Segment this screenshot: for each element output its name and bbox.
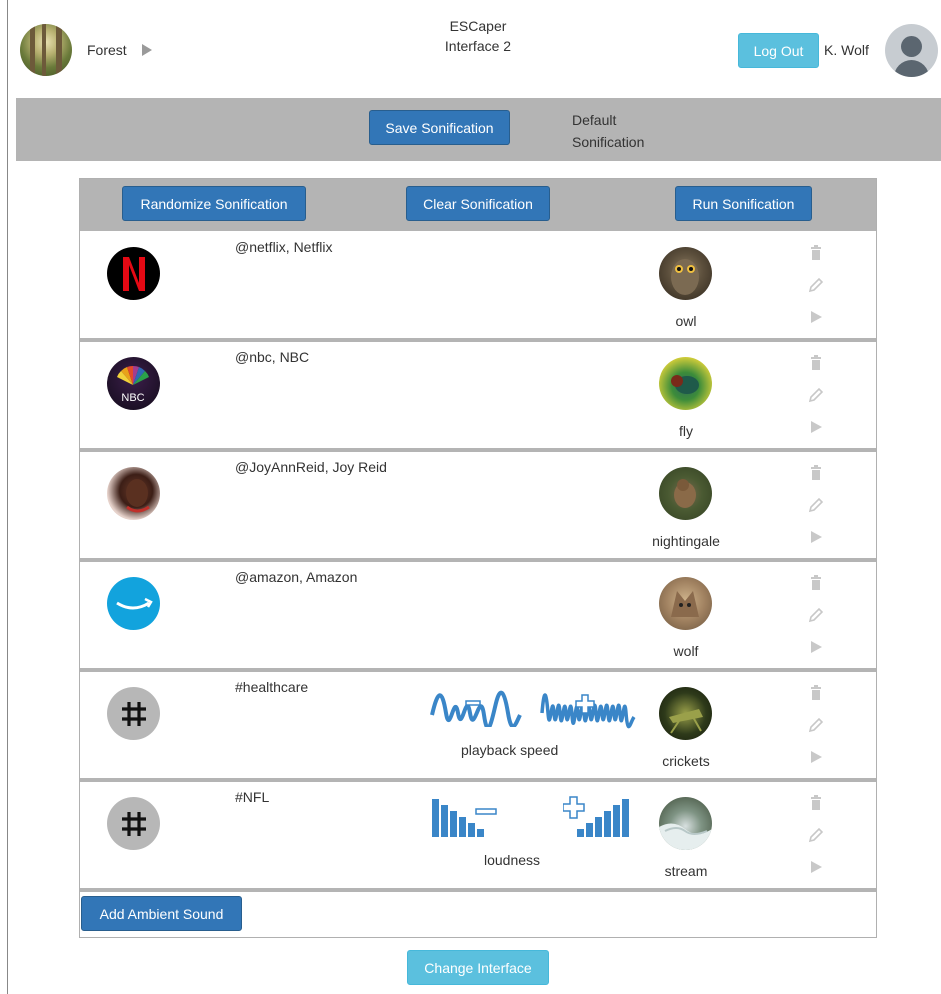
trash-icon[interactable] <box>808 575 824 591</box>
sound-label: stream <box>664 863 708 879</box>
volume-down-bars-icon[interactable] <box>432 797 498 839</box>
netflix-logo-icon <box>107 247 160 300</box>
environment-play-icon[interactable] <box>142 44 152 56</box>
user-name: K. Wolf <box>824 42 869 58</box>
app-title-name: ESCaper <box>449 18 507 34</box>
sound-row: NBC @nbc, NBC fly <box>80 341 876 452</box>
sound-row: @netflix, Netflix owl <box>80 231 876 342</box>
sound-row: @amazon, Amazon wolf <box>80 561 876 672</box>
current-sonification-line1: Default <box>572 112 617 128</box>
fly-image <box>659 357 712 410</box>
header: Forest ESCaper Interface 2 Log Out K. Wo… <box>0 0 941 98</box>
speed-up-wave-icon[interactable] <box>540 683 638 729</box>
avatar[interactable] <box>885 24 938 77</box>
pencil-icon[interactable] <box>808 277 824 293</box>
hashtag-icon <box>107 797 160 850</box>
sound-row: #healthcare playback speed crickets <box>80 671 876 782</box>
source-label: #healthcare <box>235 679 309 695</box>
svg-text:NBC: NBC <box>121 392 144 404</box>
current-sonification-name: Default Sonification <box>572 109 672 153</box>
loudness-label: loudness <box>484 852 541 868</box>
source-label: @nbc, NBC <box>235 349 310 365</box>
profile-photo-icon <box>107 467 160 520</box>
sound-row: #NFL loudness stream <box>80 781 876 892</box>
page-border <box>7 0 8 994</box>
nightingale-image <box>659 467 712 520</box>
source-label: @netflix, Netflix <box>235 239 333 255</box>
play-icon[interactable] <box>808 529 824 545</box>
change-interface-button[interactable]: Change Interface <box>407 950 549 985</box>
play-icon[interactable] <box>808 639 824 655</box>
clear-sonification-button[interactable]: Clear Sonification <box>406 186 550 221</box>
hashtag-icon <box>107 687 160 740</box>
sound-label: nightingale <box>652 533 720 549</box>
sound-row: @JoyAnnReid, Joy Reid nightingale <box>80 451 876 562</box>
nbc-logo-icon: NBC <box>107 357 160 410</box>
current-sonification-line2: Sonification <box>572 134 645 150</box>
forest-thumbnail[interactable] <box>20 24 72 76</box>
randomize-sonification-button[interactable]: Randomize Sonification <box>122 186 306 221</box>
pencil-icon[interactable] <box>808 717 824 733</box>
add-ambient-sound-button[interactable]: Add Ambient Sound <box>81 896 242 931</box>
sound-label: wolf <box>673 643 699 659</box>
sound-label: owl <box>675 313 697 329</box>
play-icon[interactable] <box>808 309 824 325</box>
slow-down-wave-icon[interactable] <box>430 683 522 727</box>
pencil-icon[interactable] <box>808 497 824 513</box>
environment-name: Forest <box>87 42 127 58</box>
volume-up-bars-icon[interactable] <box>563 795 635 839</box>
app-title-subtitle: Interface 2 <box>444 38 512 54</box>
trash-icon[interactable] <box>808 245 824 261</box>
logout-button[interactable]: Log Out <box>738 33 819 68</box>
amazon-logo-icon <box>107 577 160 630</box>
app-title: ESCaper Interface 2 <box>400 16 556 56</box>
trash-icon[interactable] <box>808 355 824 371</box>
crickets-image <box>659 687 712 740</box>
sound-label: crickets <box>662 753 710 769</box>
stream-image <box>659 797 712 850</box>
play-icon[interactable] <box>808 419 824 435</box>
wolf-image <box>659 577 712 630</box>
source-label: #NFL <box>235 789 270 805</box>
playback-speed-label: playback speed <box>461 742 559 758</box>
pencil-icon[interactable] <box>808 387 824 403</box>
source-label: @amazon, Amazon <box>235 569 358 585</box>
pencil-icon[interactable] <box>808 607 824 623</box>
sound-label: fly <box>679 423 693 439</box>
trash-icon[interactable] <box>808 465 824 481</box>
source-label: @JoyAnnReid, Joy Reid <box>235 459 387 475</box>
trash-icon[interactable] <box>808 685 824 701</box>
run-sonification-button[interactable]: Run Sonification <box>675 186 812 221</box>
play-icon[interactable] <box>808 859 824 875</box>
play-icon[interactable] <box>808 749 824 765</box>
save-sonification-button[interactable]: Save Sonification <box>369 110 510 145</box>
pencil-icon[interactable] <box>808 827 824 843</box>
trash-icon[interactable] <box>808 795 824 811</box>
owl-image <box>659 247 712 300</box>
